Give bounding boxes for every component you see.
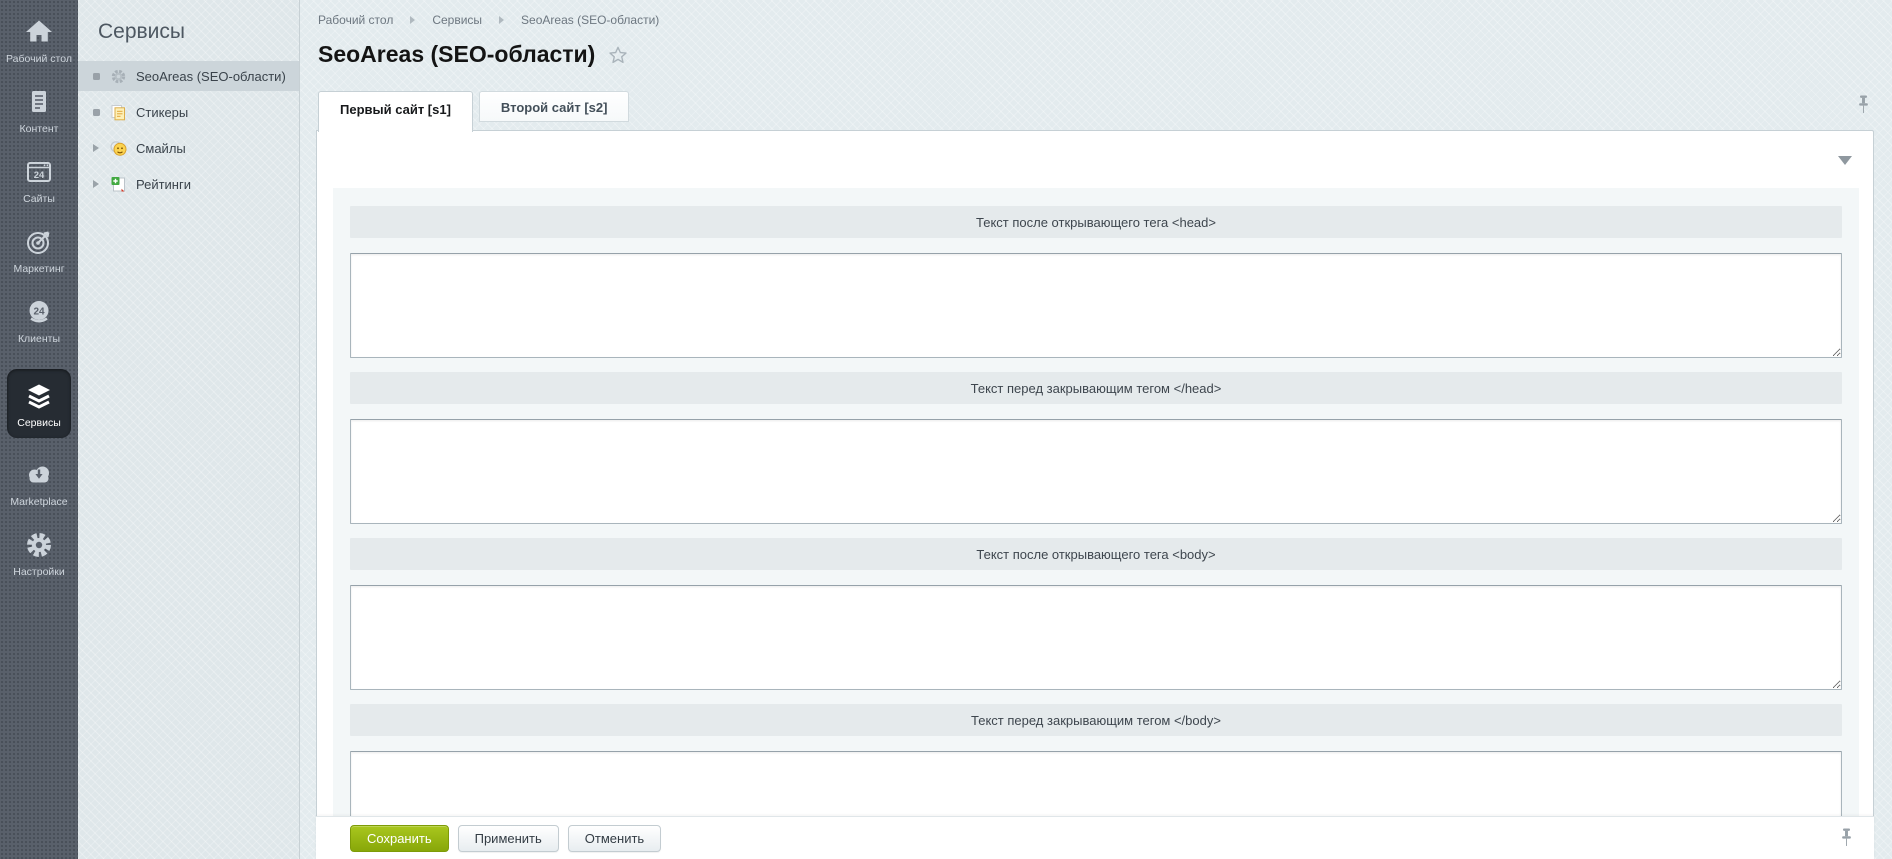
cancel-button[interactable]: Отменить	[568, 825, 661, 852]
breadcrumb-link-desktop[interactable]: Рабочий стол	[318, 13, 393, 27]
rail-item-services[interactable]: Сервисы	[7, 369, 71, 438]
field-label-after-head-open: Текст после открывающего тега <head>	[350, 206, 1842, 238]
sidebar-services: Сервисы SeoAreas (SEO-области) Стикеры С…	[78, 0, 300, 859]
panel-header	[317, 131, 1873, 188]
field-label-before-head-close: Текст перед закрывающим тегом </head>	[350, 372, 1842, 404]
rail-item-desktop[interactable]: Рабочий стол	[3, 16, 75, 65]
field-label-after-body-open: Текст после открывающего тега <body>	[350, 538, 1842, 570]
sidebar-item-label: Смайлы	[136, 141, 186, 156]
rail-item-label: Сайты	[23, 193, 55, 205]
rail-item-marketing[interactable]: Маркетинг	[3, 226, 75, 275]
rail-item-content[interactable]: Контент	[3, 86, 75, 135]
form-footer-bar: Сохранить Применить Отменить	[316, 816, 1874, 859]
rail-item-label: Настройки	[13, 566, 65, 578]
expand-triangle-icon	[93, 180, 99, 188]
field-label-before-body-close: Текст перед закрывающим тегом </body>	[350, 704, 1842, 736]
home-icon	[23, 16, 55, 48]
rail-item-label: Клиенты	[18, 333, 60, 345]
breadcrumb: Рабочий стол Сервисы SeoAreas (SEO-облас…	[318, 13, 659, 27]
document-icon	[23, 86, 55, 118]
sidebar-title: Сервисы	[78, 0, 299, 61]
save-button[interactable]: Сохранить	[350, 825, 449, 852]
tab-first-site[interactable]: Первый сайт [s1]	[318, 91, 473, 132]
bullet-square-icon	[93, 109, 100, 116]
cloud-download-icon	[23, 459, 55, 491]
favorite-star-icon[interactable]	[608, 45, 628, 65]
rail-item-marketplace[interactable]: Marketplace	[3, 459, 75, 508]
sidebar-item-seoareas[interactable]: SeoAreas (SEO-области)	[78, 61, 299, 91]
title-row: SeoAreas (SEO-области)	[318, 41, 628, 68]
collapse-section-icon[interactable]	[1838, 156, 1852, 165]
tab-second-site[interactable]: Второй сайт [s2]	[479, 91, 630, 122]
breadcrumb-link-services[interactable]: Сервисы	[432, 13, 482, 27]
pin-icon[interactable]	[1857, 95, 1870, 122]
rail-item-label: Контент	[20, 123, 59, 135]
layers-icon	[23, 380, 55, 412]
rail-item-label: Сервисы	[17, 417, 61, 429]
gear-icon	[23, 529, 55, 561]
textarea-before-head-close[interactable]	[350, 419, 1842, 524]
textarea-after-head-open[interactable]	[350, 253, 1842, 358]
app-rail: Рабочий стол Контент 24 Сайты Маркетинг …	[0, 0, 78, 859]
sidebar-item-smileys[interactable]: Смайлы	[78, 133, 299, 163]
rail-item-settings[interactable]: Настройки	[3, 529, 75, 578]
rail-item-clients[interactable]: 24 Клиенты	[3, 296, 75, 345]
breadcrumb-current: SeoAreas (SEO-области)	[521, 13, 659, 27]
svg-text:24: 24	[34, 170, 45, 181]
stickers-icon	[110, 104, 127, 121]
smiley-icon	[110, 140, 127, 157]
bullet-square-icon	[93, 73, 100, 80]
apply-button[interactable]: Применить	[458, 825, 559, 852]
rail-item-label: Рабочий стол	[6, 53, 72, 65]
rail-item-sites[interactable]: 24 Сайты	[3, 156, 75, 205]
breadcrumb-separator-icon	[410, 16, 415, 24]
site-tabs: Первый сайт [s1] Второй сайт [s2]	[318, 91, 635, 132]
target-icon	[23, 226, 55, 258]
rail-item-label: Marketplace	[10, 496, 67, 508]
svg-text:24: 24	[33, 306, 45, 317]
sidebar-item-label: Стикеры	[136, 105, 188, 120]
browser-24-icon: 24	[23, 156, 55, 188]
badge-24-icon: 24	[23, 296, 55, 328]
seo-areas-form: Текст после открывающего тега <head> Тек…	[333, 188, 1859, 859]
expand-triangle-icon	[93, 144, 99, 152]
tab-content-panel: Текст после открывающего тега <head> Тек…	[316, 130, 1874, 859]
sidebar-item-label: Рейтинги	[136, 177, 191, 192]
gear-icon	[110, 68, 127, 85]
main-content: Рабочий стол Сервисы SeoAreas (SEO-облас…	[300, 0, 1892, 859]
page-title: SeoAreas (SEO-области)	[318, 41, 595, 68]
sidebar-item-label: SeoAreas (SEO-области)	[136, 69, 286, 84]
breadcrumb-separator-icon	[499, 16, 504, 24]
app-root: { "colors": { "accent_green": "#97b50e",…	[0, 0, 1892, 859]
sidebar-item-ratings[interactable]: Рейтинги	[78, 169, 299, 199]
sidebar-item-stickers[interactable]: Стикеры	[78, 97, 299, 127]
rail-item-label: Маркетинг	[13, 263, 64, 275]
pin-icon[interactable]	[1840, 828, 1853, 855]
rating-plus-icon	[110, 176, 127, 193]
textarea-after-body-open[interactable]	[350, 585, 1842, 690]
